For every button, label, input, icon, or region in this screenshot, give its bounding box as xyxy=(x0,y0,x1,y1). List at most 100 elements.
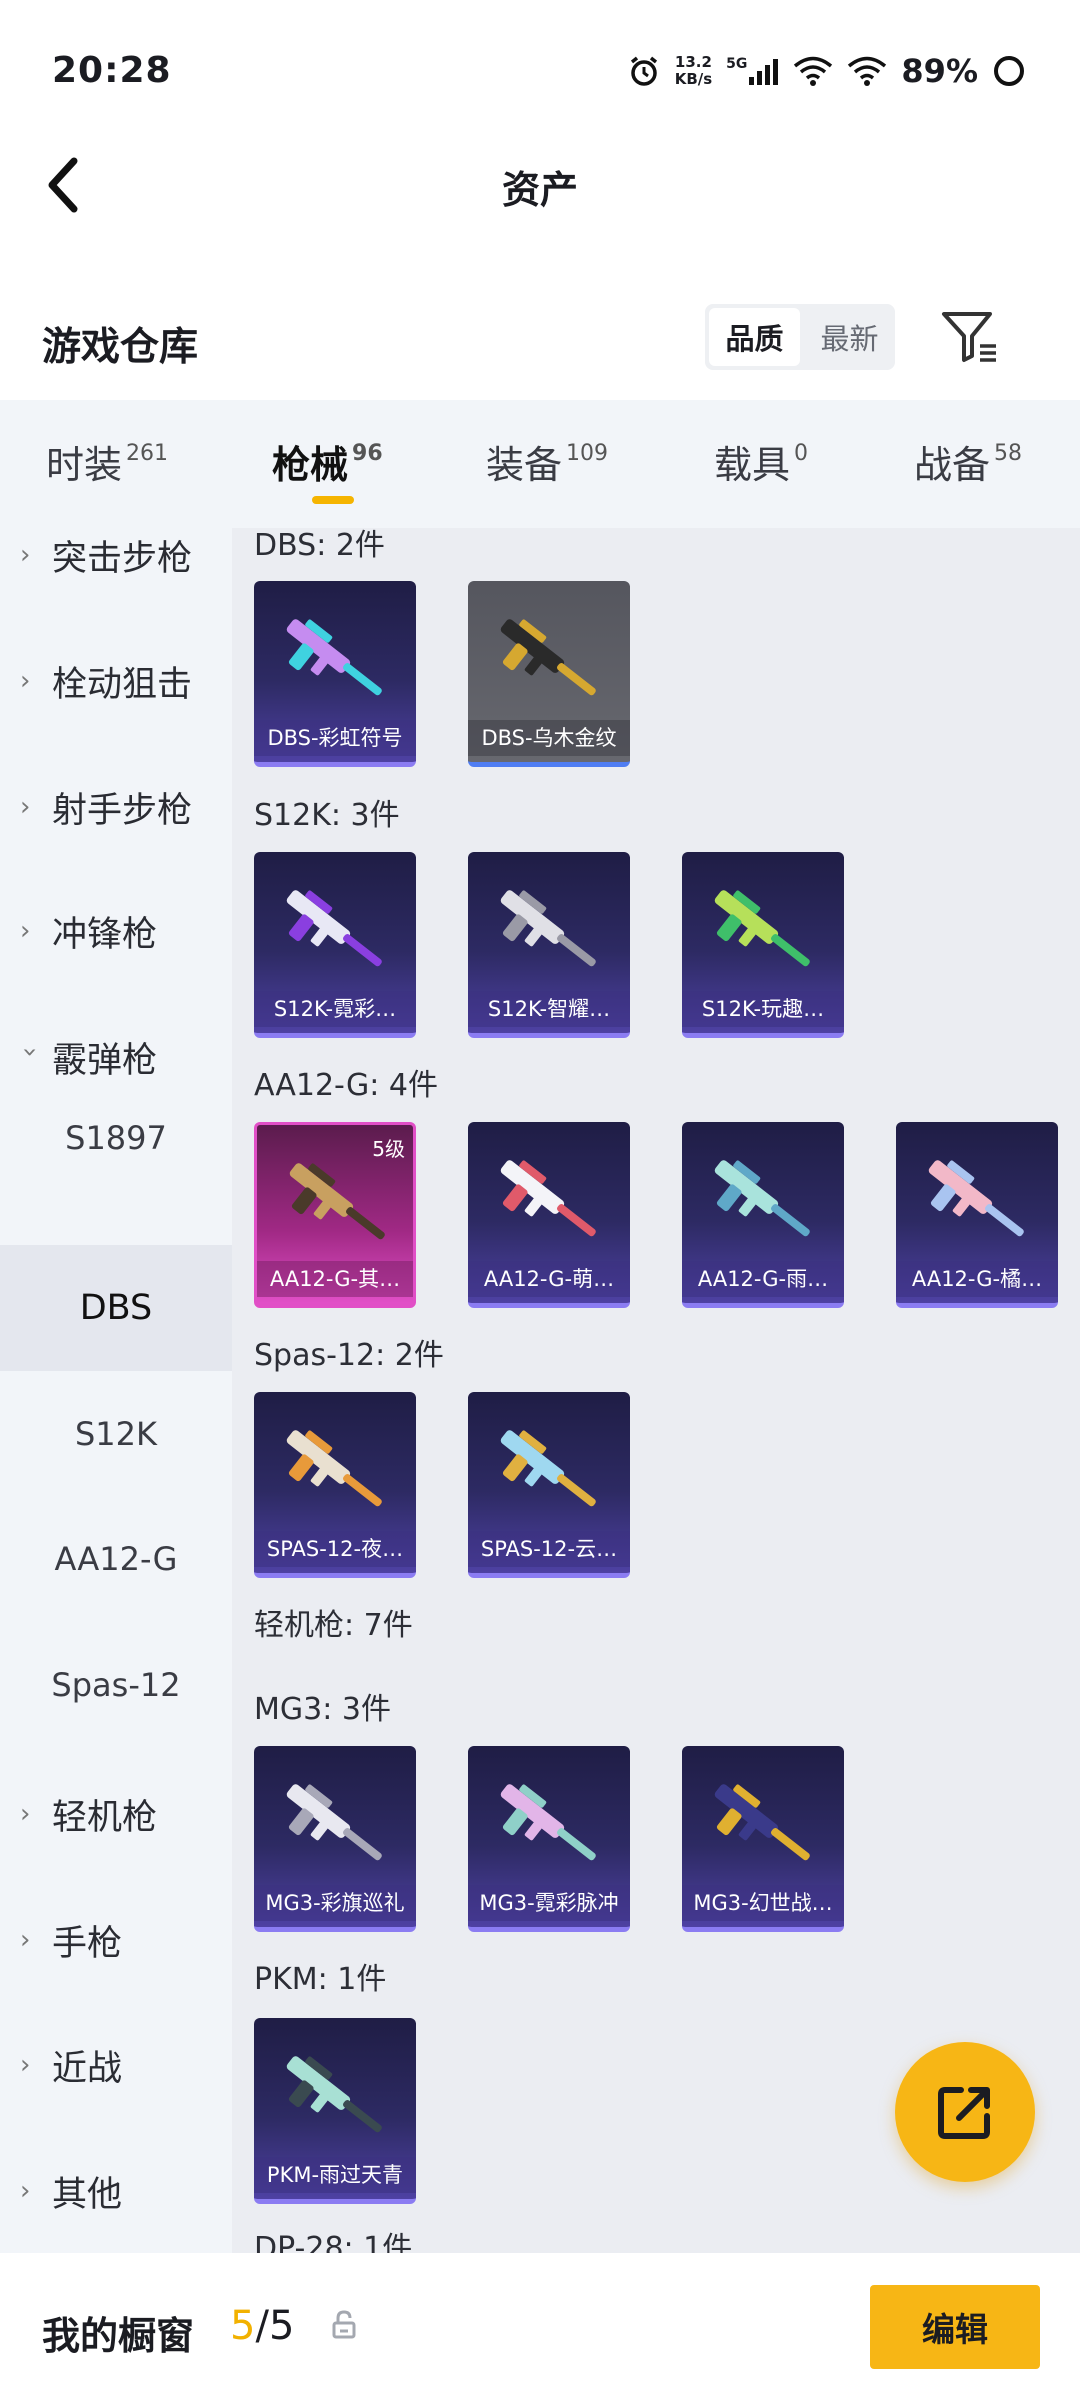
warehouse-header: 游戏仓库 品质 最新 xyxy=(0,290,1080,390)
weapon-card[interactable]: S12K-玩趣… xyxy=(682,852,844,1038)
tab-count: 109 xyxy=(566,441,609,466)
weapon-name: SPAS-12-夜… xyxy=(254,1531,416,1567)
showcase-bar: 我的橱窗 5/5 编辑 xyxy=(0,2253,1080,2400)
tab-vehicles[interactable]: 载具 0 xyxy=(714,434,808,489)
wifi-icon xyxy=(848,56,887,86)
weapon-card[interactable]: MG3-彩旗巡礼 xyxy=(254,1746,416,1932)
weapon-card[interactable]: DBS-乌木金纹 xyxy=(468,581,630,767)
battery-ring-icon xyxy=(994,56,1024,86)
network-speed-unit: KB/s xyxy=(674,70,713,88)
weapon-name: S12K-智耀… xyxy=(468,991,630,1027)
battery-percent: 89% xyxy=(901,52,978,90)
status-icons: 13.2 KB/s 5G 89% xyxy=(627,48,1026,94)
tab-firearms[interactable]: 枪械 96 xyxy=(272,434,383,489)
sidebar-item-label: 近战 xyxy=(52,2048,123,2089)
weapon-name: DBS-彩虹符号 xyxy=(254,720,416,756)
weapon-card[interactable]: AA12-G-橘… xyxy=(896,1122,1058,1308)
weapon-card[interactable]: S12K-霓彩… xyxy=(254,852,416,1038)
chevron-right-icon: › xyxy=(20,792,31,822)
weapon-card[interactable]: MG3-幻世战… xyxy=(682,1746,844,1932)
sort-latest-option[interactable]: 最新 xyxy=(804,304,895,370)
weapon-name: S12K-霓彩… xyxy=(254,991,416,1027)
sidebar-item-other[interactable]: › 其他 xyxy=(0,2146,232,2236)
group-label: DP-28: 1件 xyxy=(254,2231,413,2253)
tab-fashion[interactable]: 时装 261 xyxy=(46,434,168,489)
sidebar-sub-spas12[interactable]: Spas-12 xyxy=(0,1622,232,1748)
weapon-card[interactable]: 5级 AA12-G-其… xyxy=(254,1122,416,1308)
weapon-skin-image xyxy=(286,2056,382,2133)
weapon-skin-image xyxy=(286,1430,382,1507)
group-label: S12K: 3件 xyxy=(254,798,400,833)
showcase-count-current: 5 xyxy=(230,2303,256,2349)
sidebar-sub-aa12g[interactable]: AA12-G xyxy=(0,1496,232,1622)
weapon-name: AA12-G-萌… xyxy=(468,1261,630,1297)
sidebar-item-label: 栓动狙击 xyxy=(52,664,193,705)
sidebar-item-label: 射手步枪 xyxy=(52,790,193,831)
cell-signal-icon xyxy=(749,59,779,85)
tab-equipment[interactable]: 装备 109 xyxy=(486,434,608,489)
tab-label: 装备 xyxy=(486,443,563,487)
weapon-card[interactable]: AA12-G-萌… xyxy=(468,1122,630,1308)
weapon-name: MG3-幻世战… xyxy=(682,1885,844,1921)
weapon-card[interactable]: SPAS-12-云… xyxy=(468,1392,630,1578)
tab-supplies[interactable]: 战备 58 xyxy=(914,434,1022,489)
tab-label: 枪械 xyxy=(272,443,349,487)
tab-count: 0 xyxy=(794,441,809,466)
alarm-icon xyxy=(630,56,657,86)
weapon-card[interactable]: DBS-彩虹符号 xyxy=(254,581,416,767)
chevron-down-icon: › xyxy=(15,1047,45,1058)
weapon-name: SPAS-12-云… xyxy=(468,1531,630,1567)
group-label: DBS: 2件 xyxy=(254,528,385,563)
weapon-card[interactable]: S12K-智耀… xyxy=(468,852,630,1038)
filter-icon[interactable] xyxy=(938,306,1000,368)
group-label: MG3: 3件 xyxy=(254,1692,391,1727)
tab-count: 58 xyxy=(994,441,1023,466)
tab-count: 261 xyxy=(126,441,169,466)
sidebar-item-label: 手枪 xyxy=(52,1923,123,1964)
cell-signal: 5G xyxy=(726,57,779,85)
sidebar-item-bolt-sniper[interactable]: › 栓动狙击 xyxy=(0,636,232,726)
weapon-card[interactable]: PKM-雨过天青 xyxy=(254,2018,416,2204)
group-label: Spas-12: 2件 xyxy=(254,1338,444,1373)
sidebar-item-smg[interactable]: › 冲锋枪 xyxy=(0,886,232,976)
sidebar-sub-dbs[interactable]: DBS xyxy=(0,1245,232,1371)
weapon-name: PKM-雨过天青 xyxy=(254,2157,416,2193)
chevron-right-icon: › xyxy=(20,666,31,696)
sidebar-item-lmg[interactable]: › 轻机枪 xyxy=(0,1769,232,1859)
level-badge: 5级 xyxy=(372,1137,405,1161)
status-bar: 20:28 13.2 KB/s 5G 89% xyxy=(0,0,1080,145)
sidebar-item-label: 突击步枪 xyxy=(52,538,193,579)
sidebar-item-pistol[interactable]: › 手枪 xyxy=(0,1895,232,1985)
edit-button[interactable]: 编辑 xyxy=(870,2285,1040,2369)
weapon-skin-image xyxy=(714,1160,810,1237)
group-label: AA12-G: 4件 xyxy=(254,1068,438,1103)
weapon-name: AA12-G-其… xyxy=(257,1261,413,1297)
warehouse-title: 游戏仓库 xyxy=(42,325,199,370)
sidebar-sub-s12k[interactable]: S12K xyxy=(0,1371,232,1497)
group-label: 轻机枪: 7件 xyxy=(254,1608,413,1643)
network-speed: 13.2 KB/s xyxy=(675,54,712,88)
weapon-card[interactable]: SPAS-12-夜… xyxy=(254,1392,416,1578)
weapon-skin-image xyxy=(714,890,810,967)
sidebar-item-assault-rifle[interactable]: › 突击步枪 xyxy=(0,528,232,600)
share-button[interactable] xyxy=(895,2042,1035,2182)
weapon-name: MG3-彩旗巡礼 xyxy=(254,1885,416,1921)
category-tabs: 时装 261 枪械 96 装备 109 载具 0 战备 58 xyxy=(0,400,1080,528)
weapon-card[interactable]: AA12-G-雨… xyxy=(682,1122,844,1308)
share-export-icon xyxy=(938,2087,990,2139)
clock: 20:28 xyxy=(52,50,172,91)
sidebar-item-marksman-rifle[interactable]: › 射手步枪 xyxy=(0,762,232,852)
weapon-card[interactable]: MG3-霓彩脉冲 xyxy=(468,1746,630,1932)
weapon-name: AA12-G-橘… xyxy=(896,1261,1058,1297)
lock-icon xyxy=(332,2310,356,2339)
sidebar-item-label: 冲锋枪 xyxy=(52,914,158,955)
sort-quality-option[interactable]: 品质 xyxy=(709,308,800,366)
sidebar-sub-s1897[interactable]: S1897 xyxy=(0,1075,232,1201)
weapon-name: DBS-乌木金纹 xyxy=(468,720,630,756)
sidebar-item-melee[interactable]: › 近战 xyxy=(0,2020,232,2110)
weapon-skin-image xyxy=(500,1160,596,1237)
weapon-name: AA12-G-雨… xyxy=(682,1261,844,1297)
sidebar-item-label: 轻机枪 xyxy=(52,1797,158,1838)
tab-label: 载具 xyxy=(714,443,791,487)
chevron-right-icon: › xyxy=(20,1799,31,1829)
